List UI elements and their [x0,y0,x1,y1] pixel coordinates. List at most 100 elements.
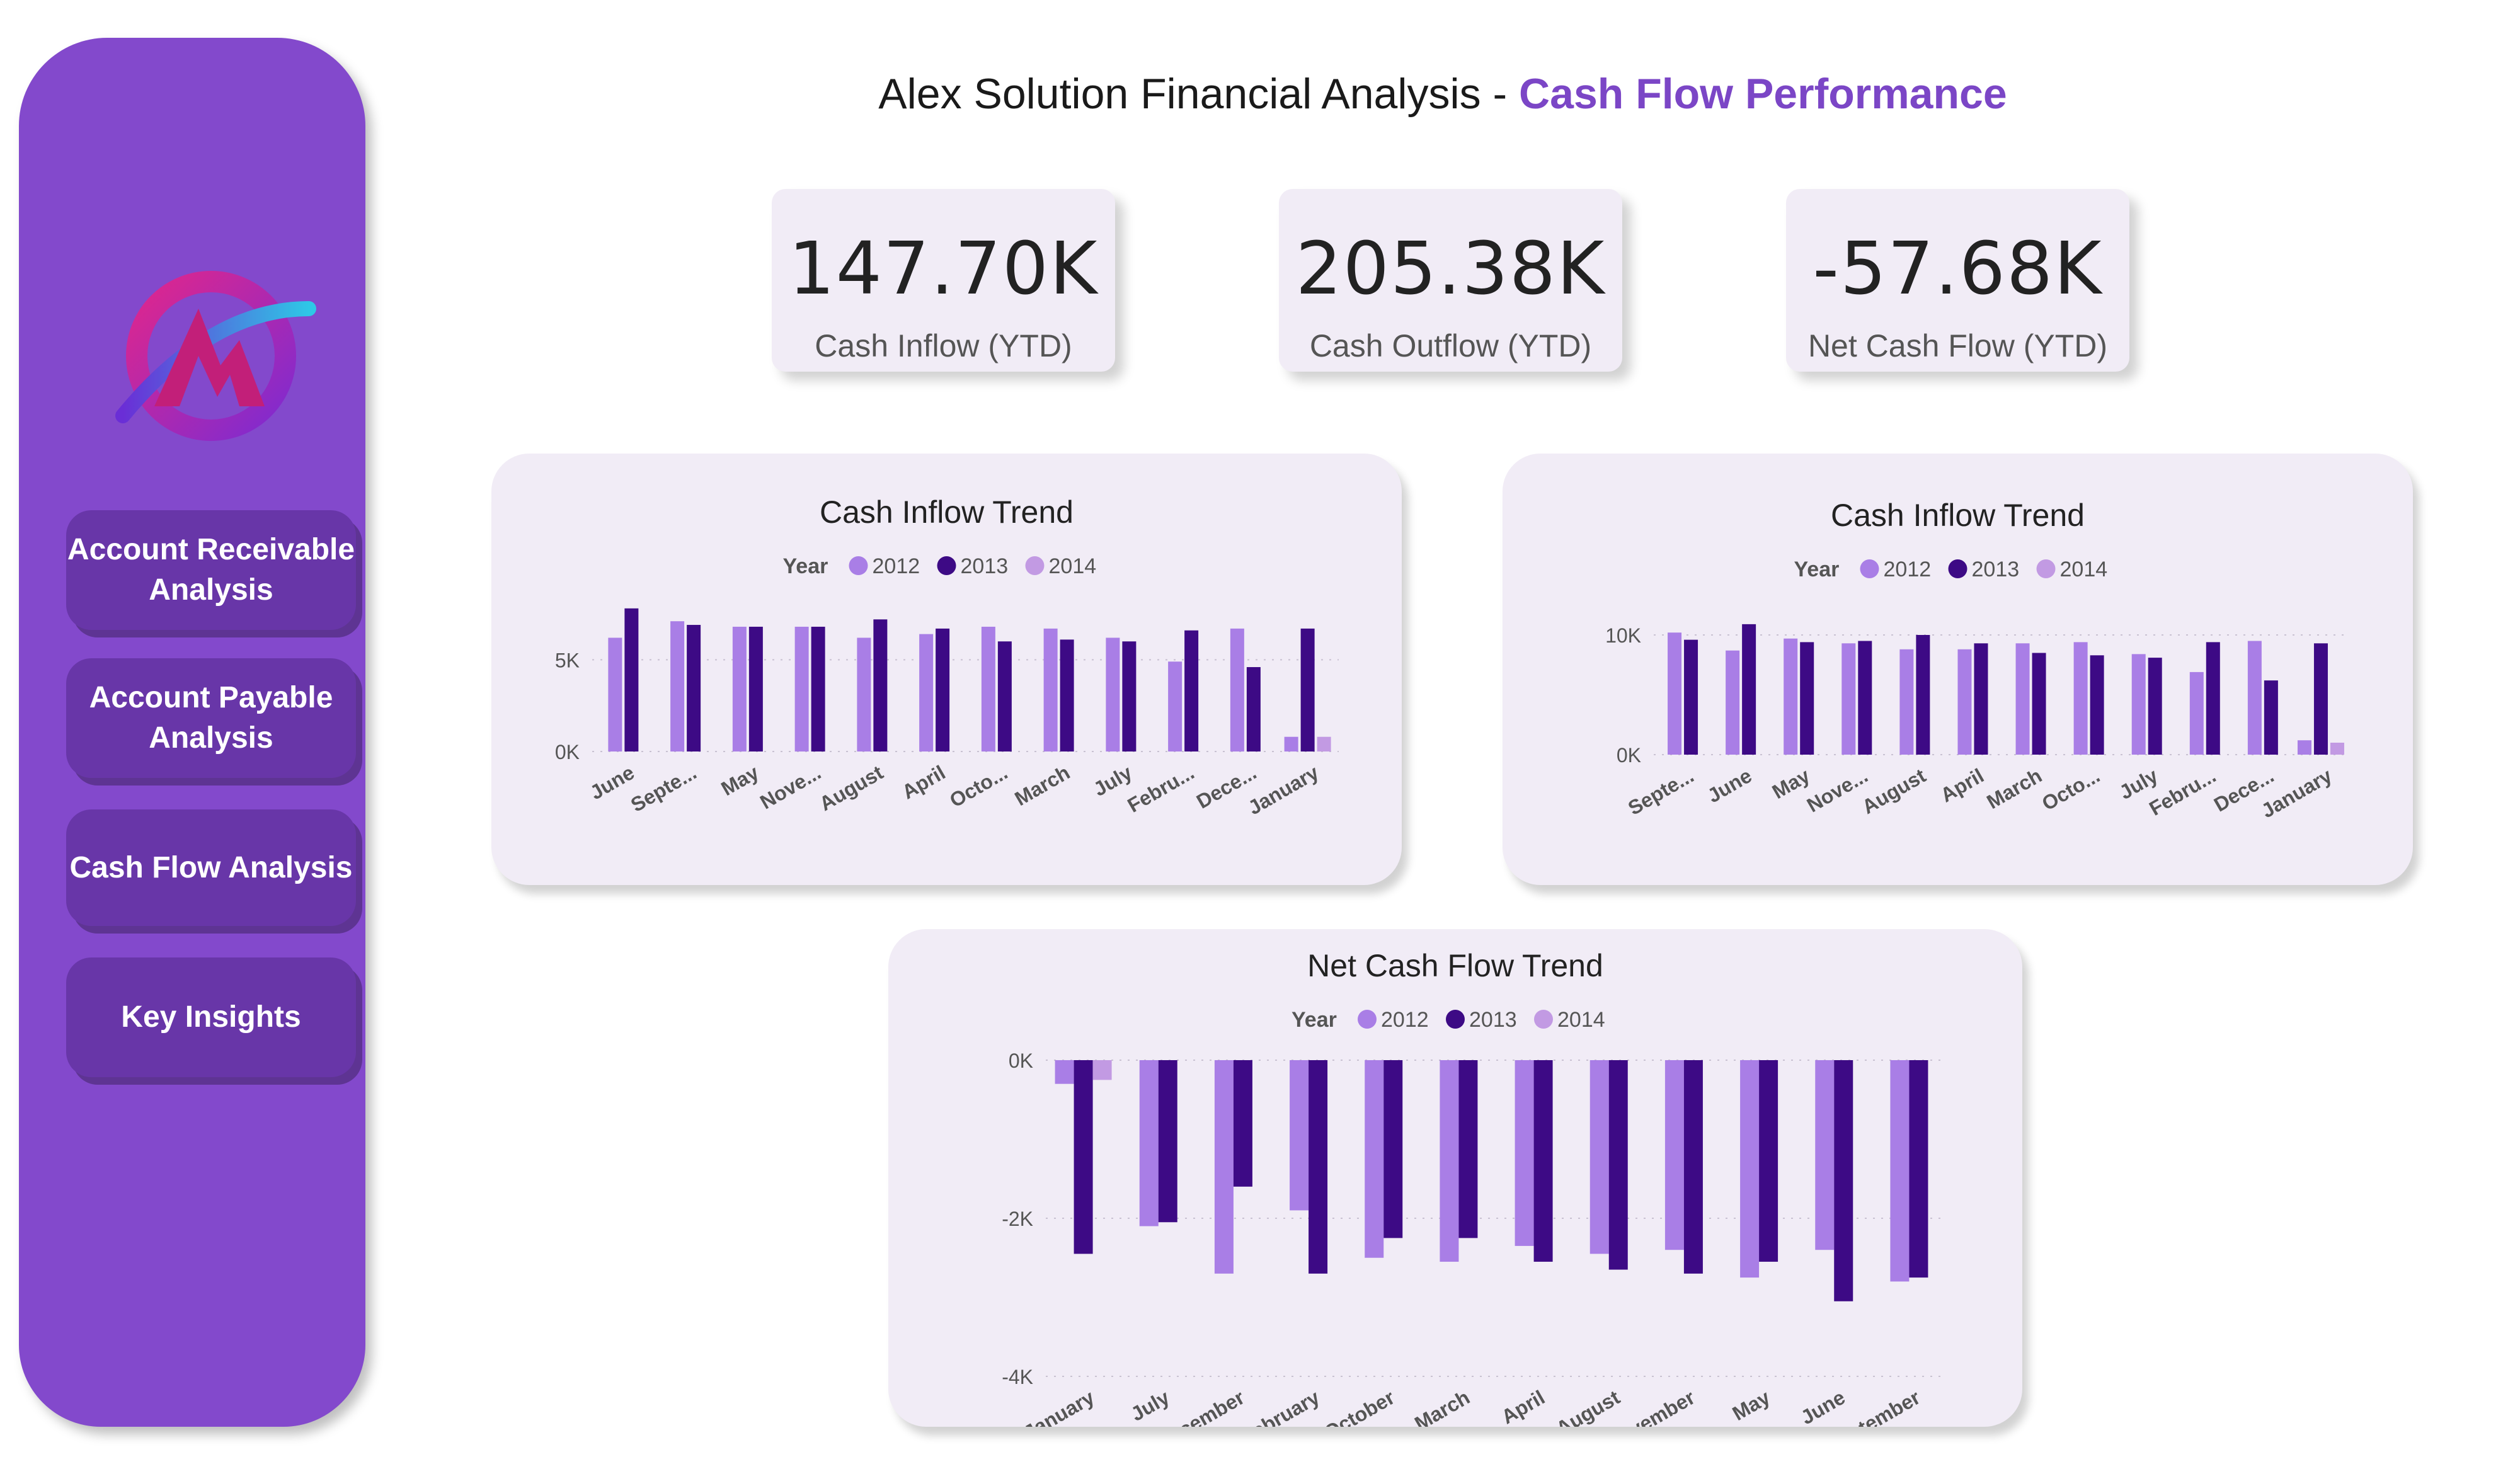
x-tick-label: May [1729,1386,1774,1425]
kpi-value: 205.38K [1295,227,1606,311]
kpi-label: Cash Outflow (YTD) [1309,328,1592,363]
bar-2013 [1533,1060,1553,1262]
bar-2013 [1060,639,1074,751]
bar-2012 [1290,1060,1309,1211]
bar-2012 [919,634,934,751]
bar-2013 [1800,642,1814,755]
legend-label-2013: 2013 [1972,557,2020,581]
bar-2014 [2330,743,2344,755]
legend-marker-2014 [1534,1010,1553,1029]
bar-2012 [1784,638,1798,755]
bar-2013 [1458,1060,1478,1238]
nav-label: Analysis [149,573,273,607]
bar-2012 [794,626,809,751]
bar-2013 [1246,667,1261,751]
nav-key-insights[interactable]: Key Insights [66,957,356,1077]
legend-marker-2014 [2036,559,2056,578]
legend-marker-2013 [1948,559,1967,578]
bar-2012 [2247,641,2262,755]
bar-2013 [1916,635,1930,755]
x-tick-label: April [1498,1386,1549,1427]
bar-2012 [1899,649,1914,755]
bar-2012 [1664,1060,1684,1250]
y-tick-label: 0K [1009,1049,1033,1072]
x-tick-label: August [815,761,887,815]
legend-title: Year [1794,557,1840,581]
chart-card-cash-inflow-2: Cash Inflow Trend Year 2012 2013 2014 0K 10K Se… [1503,454,2413,885]
x-tick-label: July [1127,1386,1174,1426]
x-tick-label: March [1011,761,1074,810]
kpi-cash-inflow: 147.70K Cash Inflow (YTD) [772,189,1115,372]
x-tick-label: March [1411,1386,1474,1427]
bar-2012 [2073,642,2088,755]
nav-account-payable[interactable]: Account Payable Analysis [66,658,356,778]
nav-label: Key Insights [121,1000,301,1034]
legend-label-2013: 2013 [961,554,1009,578]
bar-2012 [2189,671,2204,755]
nav-account-receivable[interactable]: Account Receivable Analysis [66,510,356,630]
cash-inflow-trend-chart-2: Cash Inflow Trend Year 2012 2013 2014 0K 10K Se… [1605,498,2350,822]
bar-2013 [687,625,701,751]
x-tick-label: April [1937,764,1988,807]
bar-2013 [1309,1060,1328,1274]
bar-2013 [1742,624,1756,755]
kpi-value: -57.68K [1813,227,2103,311]
cash-inflow-trend-chart-1: Cash Inflow TrendYear 2012 2013 20140K5KJun… [555,494,1339,819]
bar-2014 [1317,736,1331,751]
legend-label-2013: 2013 [1469,1008,1517,1032]
bar-2013 [936,628,950,751]
bar-2014 [1092,1060,1112,1080]
bar-2013 [2090,655,2104,755]
x-tick-label: Septe... [627,761,701,816]
page-title-accent: Cash Flow Performance [1519,70,2007,118]
chart-card-net-cash-flow: Net Cash Flow Trend Year 2012 2013 2014 0K -2K… [888,929,2022,1457]
bar-2012 [1230,628,1244,751]
x-tick-label: Nove... [756,761,825,814]
bar-2012 [732,626,747,751]
bar-2012 [1139,1060,1159,1226]
y-tick-label: -4K [1002,1366,1033,1388]
legend-label-2012: 2012 [873,554,920,578]
x-tick-label: Octo... [946,761,1011,812]
bar-2012 [1589,1060,1609,1254]
kpi-label: Cash Inflow (YTD) [815,328,1072,363]
bar-2012 [1740,1060,1760,1278]
bar-2012 [1284,736,1298,751]
x-tick-label: April [898,761,949,804]
bar-2013 [2032,653,2046,755]
bar-2012 [670,621,685,751]
bar-2013 [1684,639,1698,755]
bar-2012 [1106,637,1120,751]
y-tick-label: -2K [1002,1208,1033,1230]
legend-label-2012: 2012 [1381,1008,1429,1032]
bar-2012 [1957,649,1972,755]
legend-label-2014: 2014 [1557,1008,1605,1032]
x-tick-label: August [1552,1386,1624,1427]
y-tick-label: 0K [1617,744,1641,767]
bar-2012 [1043,628,1058,751]
bar-2013 [1184,630,1199,751]
page-title: Alex Solution Financial Analysis - Cash … [0,69,2520,118]
nav-label: Account Receivable [67,533,355,566]
x-tick-label: June [1797,1386,1849,1427]
legend-title: Year [783,554,828,578]
bar-2012 [981,626,995,751]
legend-marker-2012 [1860,559,1879,578]
chart-title: Cash Inflow Trend [1831,498,2085,533]
bar-2012 [1841,643,1856,755]
legend-marker-2012 [1358,1010,1377,1029]
bar-2012 [1668,632,1682,755]
bar-2013 [1759,1060,1778,1262]
kpi-net-cash-flow: -57.68K Net Cash Flow (YTD) [1786,189,2129,372]
nav-cash-flow-analysis[interactable]: Cash Flow Analysis [66,809,356,926]
bar-2012 [2131,654,2146,755]
legend-title: Year [1292,1008,1337,1032]
kpi-label: Net Cash Flow (YTD) [1807,328,2108,363]
bar-2012 [1726,650,1740,755]
page-title-main: Alex Solution Financial Analysis - [878,70,1520,118]
legend-marker-2014 [1025,556,1045,575]
bar-2013 [748,626,763,751]
legend-label-2012: 2012 [1884,557,1932,581]
bar-2013 [624,608,639,751]
nav-label: Cash Flow Analysis [69,850,353,884]
